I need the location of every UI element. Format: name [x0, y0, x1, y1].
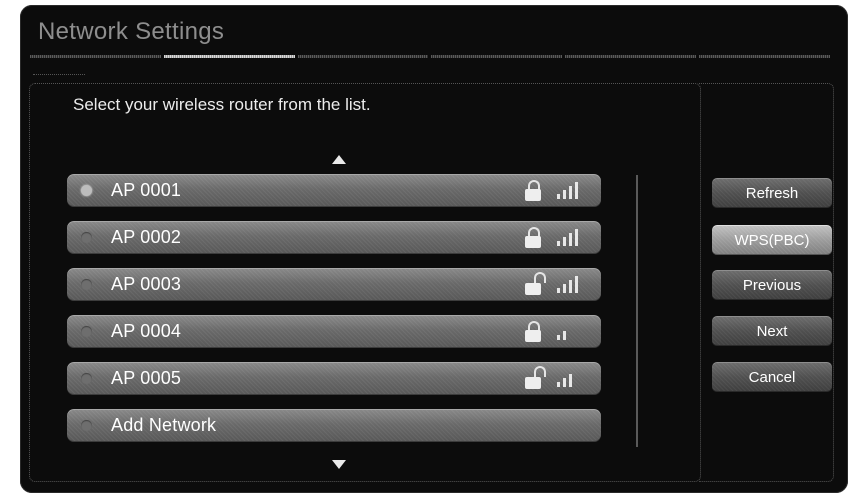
signal-strength-icon [557, 369, 581, 387]
network-item-ap-0004[interactable]: AP 0004 [67, 315, 601, 348]
signal-strength-icon [557, 275, 581, 293]
lock-icon [525, 227, 541, 248]
network-name: AP 0002 [111, 227, 182, 247]
lock-icon [525, 321, 541, 342]
network-name: Add Network [111, 415, 217, 435]
refresh-button[interactable]: Refresh [712, 178, 832, 208]
scroll-up-icon[interactable] [332, 155, 346, 164]
add-network-item[interactable]: Add Network [67, 409, 601, 442]
divider [33, 74, 85, 76]
next-button[interactable]: Next [712, 316, 832, 346]
progress-step-5 [565, 55, 697, 58]
step-progress-bar [30, 55, 830, 59]
unlock-icon [525, 366, 546, 389]
scrollbar[interactable] [636, 175, 638, 447]
network-item-ap-0003[interactable]: AP 0003 [67, 268, 601, 301]
network-name: AP 0003 [111, 274, 182, 294]
network-name: AP 0001 [111, 180, 182, 200]
scroll-down-icon[interactable] [332, 460, 346, 469]
radio-icon [81, 326, 92, 337]
page-title: Network Settings [38, 18, 225, 45]
cancel-button[interactable]: Cancel [712, 362, 832, 392]
network-name: AP 0005 [111, 368, 182, 388]
network-name: AP 0004 [111, 321, 182, 341]
progress-step-3 [297, 55, 429, 58]
network-list: AP 0001 AP 0002 AP 0003 AP 0004 AP 0005 … [67, 174, 601, 456]
radio-icon [81, 185, 92, 196]
progress-step-4 [431, 55, 563, 58]
network-item-ap-0005[interactable]: AP 0005 [67, 362, 601, 395]
unlock-icon [525, 272, 546, 295]
signal-strength-icon [557, 181, 581, 199]
signal-strength-icon [557, 228, 581, 246]
progress-step-2 [163, 55, 295, 58]
lock-icon [525, 180, 541, 201]
wps-pbc-button[interactable]: WPS(PBC) [712, 225, 832, 255]
progress-step-1 [30, 55, 161, 58]
radio-icon [81, 279, 92, 290]
network-item-ap-0001[interactable]: AP 0001 [67, 174, 601, 207]
progress-step-6 [699, 55, 830, 58]
previous-button[interactable]: Previous [712, 270, 832, 300]
signal-strength-icon [557, 322, 581, 340]
radio-icon [81, 420, 92, 431]
instruction-text: Select your wireless router from the lis… [73, 95, 371, 114]
radio-icon [81, 232, 92, 243]
radio-icon [81, 373, 92, 384]
network-item-ap-0002[interactable]: AP 0002 [67, 221, 601, 254]
